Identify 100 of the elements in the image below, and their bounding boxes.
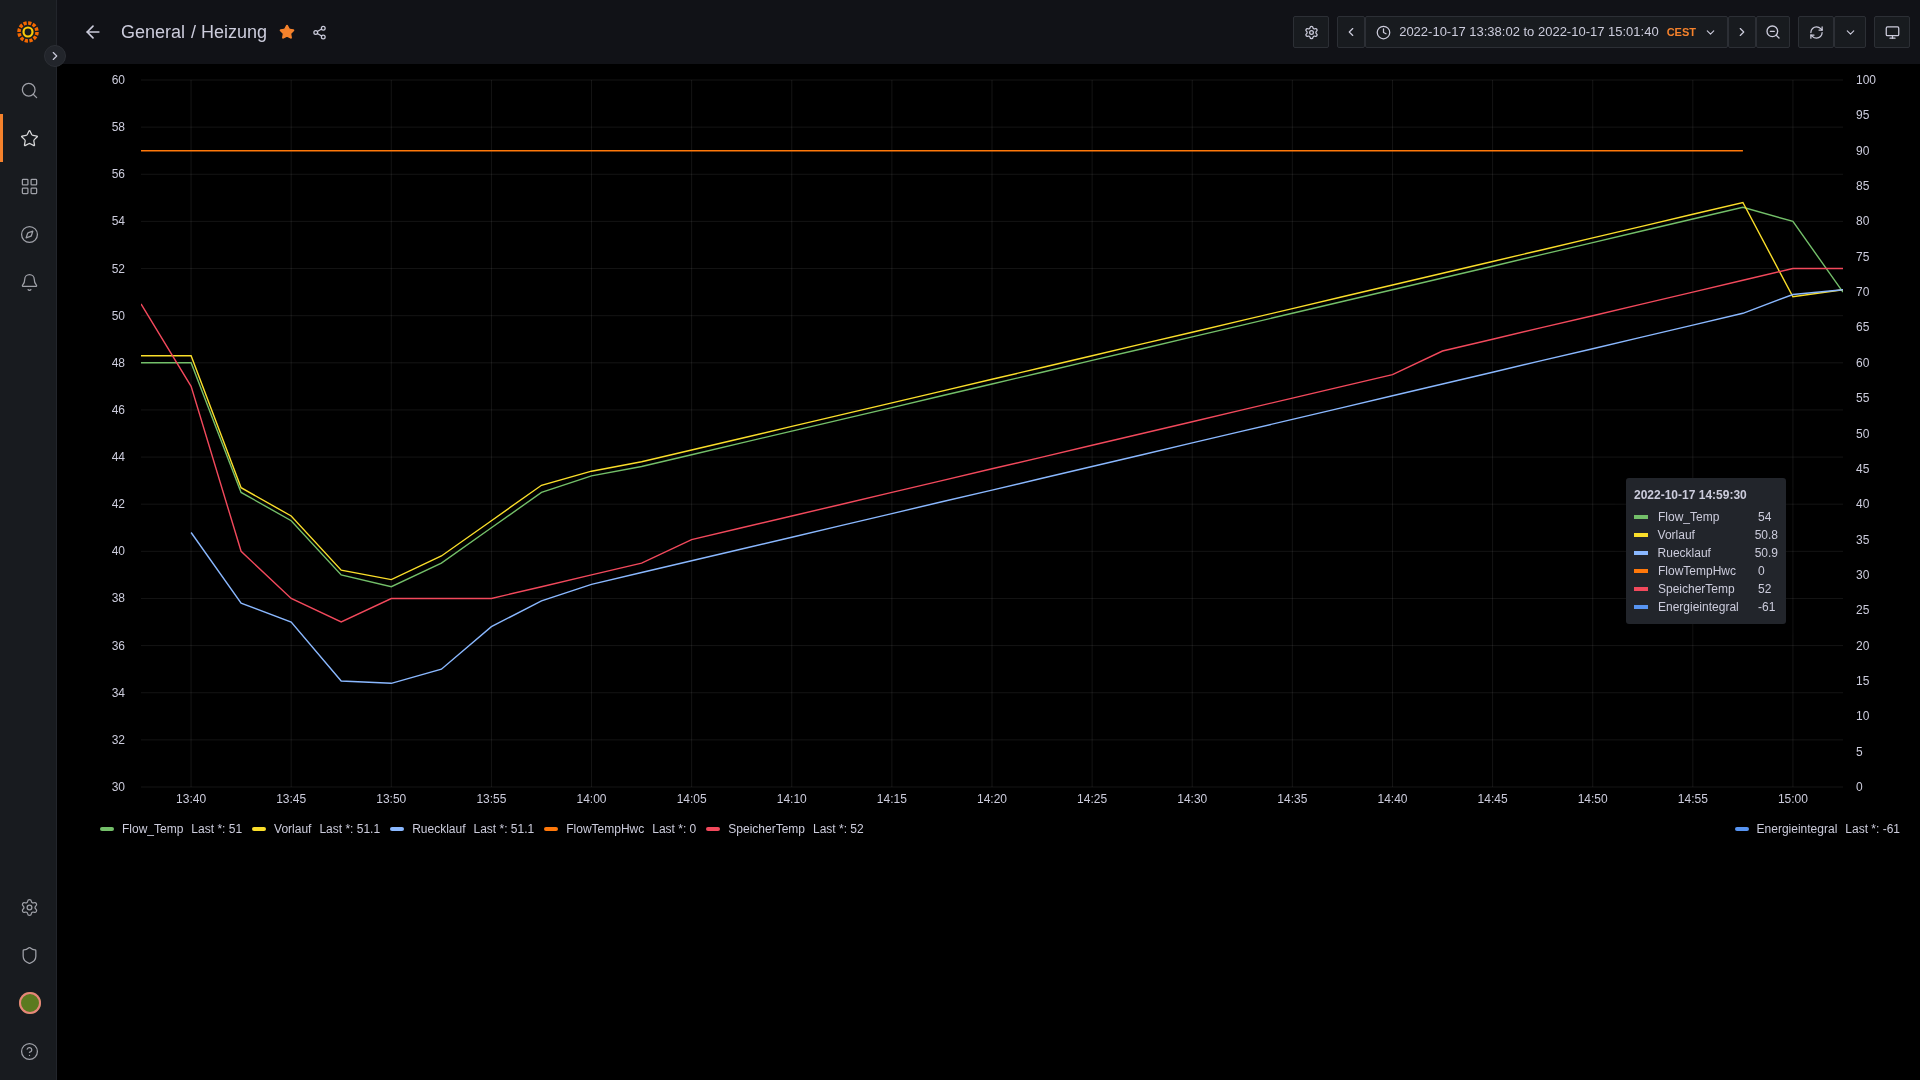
axis-label: 5	[1856, 744, 1863, 759]
axis-label: 55	[1856, 391, 1870, 406]
axis-label: 32	[111, 732, 125, 747]
axis-label: 36	[111, 638, 125, 653]
timezone-label: CEST	[1666, 24, 1696, 40]
settings-button[interactable]	[1293, 16, 1330, 48]
axis-label: 13:40	[176, 792, 207, 806]
axis-label: 14:50	[1577, 792, 1608, 806]
axis-label: 13:45	[276, 792, 307, 806]
axis-label: 13:50	[376, 792, 407, 806]
axis-label: 65	[1856, 320, 1870, 335]
axis-label: 0	[1856, 780, 1863, 794]
axis-label: 44	[111, 450, 125, 465]
axis-label: 90	[1856, 143, 1870, 158]
axis-label: 15:00	[1777, 792, 1808, 806]
axis-label: 14:40	[1377, 792, 1408, 806]
share-icon	[311, 24, 327, 40]
axis-label: 30	[111, 780, 125, 794]
axis-label: 20	[1856, 638, 1870, 653]
legend-reading: Last *: -61	[1845, 821, 1900, 838]
axis-label: 48	[111, 355, 125, 370]
tooltip-series-name: Vorlauf	[1657, 527, 1696, 544]
tooltip-value: 50.8	[1754, 527, 1778, 544]
axis-label: 34	[111, 685, 125, 700]
legend-label[interactable]: Vorlauf	[274, 820, 312, 838]
axis-label: 40	[1856, 497, 1870, 512]
axis-label: 14:05	[676, 792, 707, 806]
compass-icon	[20, 224, 39, 244]
legend-reading: Last *: 52	[813, 821, 864, 838]
star-icon	[279, 24, 296, 40]
help-icon	[20, 1041, 39, 1061]
axis-label: 38	[111, 591, 125, 606]
bell-icon	[20, 272, 39, 292]
axis-label: 95	[1856, 108, 1870, 123]
tooltip-time: 2022-10-17 14:59:30	[1634, 487, 1748, 504]
tooltip-series-name: Energieintegral	[1658, 599, 1740, 616]
legend-label[interactable]: Ruecklauf	[412, 820, 466, 838]
axis-label: 14:35	[1277, 792, 1308, 806]
tooltip-value: -61	[1758, 599, 1776, 616]
settings-icon	[20, 897, 39, 917]
legend-label[interactable]: SpeicherTemp	[728, 820, 805, 838]
axis-label: 85	[1856, 179, 1870, 194]
shield-icon	[20, 945, 39, 965]
axis-label: 100	[1856, 73, 1877, 87]
legend-label[interactable]: Energieintegral	[1756, 820, 1838, 838]
breadcrumb-link[interactable]: / Heizung	[191, 18, 268, 46]
axis-label: 14:55	[1677, 792, 1708, 806]
legend-reading: Last *: 51.1	[319, 821, 381, 838]
breadcrumb-link[interactable]: General	[121, 18, 186, 46]
axis-label: 15	[1856, 673, 1870, 688]
zoom-out-icon	[1765, 24, 1781, 40]
time-range-picker[interactable]: 2022-10-17 13:38:02 to 2022-10-17 15:01:40 CEST	[1365, 16, 1728, 48]
search-icon	[20, 80, 39, 100]
clock-icon	[1376, 24, 1392, 40]
expand-button[interactable]	[44, 45, 66, 67]
axis-label: 14:30	[1177, 792, 1208, 806]
refresh-button[interactable]	[1798, 16, 1834, 48]
tooltip-series-name: FlowTempHwc	[1658, 563, 1737, 580]
axis-label: 14:20	[977, 792, 1007, 806]
axis-label: 35	[1856, 532, 1870, 547]
legend-label[interactable]: Flow_Temp	[122, 820, 184, 838]
legend-reading: Last *: 0	[652, 821, 697, 838]
axis-label: 50	[111, 308, 125, 323]
legend-reading: Last *: 51.1	[473, 821, 535, 838]
axis-label: 60	[111, 73, 125, 87]
axis-label: 42	[111, 497, 125, 512]
axis-label: 52	[111, 261, 125, 276]
axis-label: 54	[111, 214, 125, 229]
axis-label: 46	[111, 402, 125, 417]
axis-label: 14:00	[576, 792, 607, 806]
axis-label: 25	[1856, 603, 1870, 618]
legend-reading: Last *: 51	[191, 821, 243, 838]
logo-icon[interactable]	[16, 20, 40, 44]
axis-label: 40	[111, 544, 125, 559]
grid-icon	[20, 176, 39, 196]
tooltip-series-name: Flow_Temp	[1658, 509, 1721, 526]
axis-label: 45	[1856, 461, 1870, 476]
axis-label: 14:25	[1077, 792, 1108, 806]
legend-label[interactable]: FlowTempHwc	[566, 820, 645, 838]
axis-label: 14:15	[876, 792, 907, 806]
axis-label: 10	[1856, 709, 1870, 724]
tooltip-value: 54	[1758, 509, 1772, 526]
axis-label: 70	[1856, 285, 1870, 300]
refresh-icon	[1808, 24, 1824, 40]
tooltip-series-name: Ruecklauf	[1657, 545, 1712, 562]
axis-label: 58	[111, 120, 125, 135]
settings-icon	[1303, 24, 1319, 40]
axis-label: 56	[111, 167, 125, 182]
tv-mode-button[interactable]	[1874, 16, 1910, 48]
axis-label: 30	[1856, 567, 1870, 582]
axis-label: 75	[1856, 249, 1870, 264]
avatar	[18, 992, 41, 1014]
zoom-out-button[interactable]	[1756, 16, 1790, 48]
axis-label: 14:10	[776, 792, 807, 806]
star-icon	[20, 128, 39, 148]
tooltip-series-name: SpeicherTemp	[1658, 581, 1736, 598]
tooltip-value: 52	[1758, 581, 1772, 598]
axis-label: 60	[1856, 355, 1870, 370]
axis-label: 14:45	[1477, 792, 1508, 806]
axis-label: 13:55	[476, 792, 507, 806]
